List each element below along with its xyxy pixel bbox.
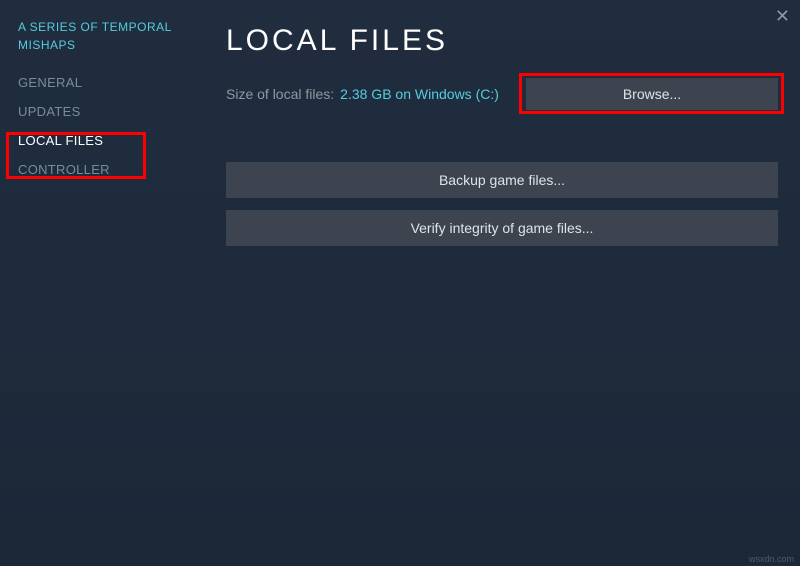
size-value: 2.38 GB on Windows (C:) bbox=[340, 86, 499, 102]
sidebar: A SERIES OF TEMPORAL MISHAPS GENERAL UPD… bbox=[0, 0, 190, 566]
sidebar-item-general[interactable]: GENERAL bbox=[0, 68, 190, 97]
sidebar-item-updates[interactable]: UPDATES bbox=[0, 97, 190, 126]
browse-button[interactable]: Browse... bbox=[526, 78, 778, 110]
game-title: A SERIES OF TEMPORAL MISHAPS bbox=[0, 18, 190, 68]
sidebar-item-controller[interactable]: CONTROLLER bbox=[0, 155, 190, 184]
size-label: Size of local files: bbox=[226, 86, 334, 102]
sidebar-item-local-files[interactable]: LOCAL FILES bbox=[0, 126, 190, 155]
properties-dialog: A SERIES OF TEMPORAL MISHAPS GENERAL UPD… bbox=[0, 0, 800, 566]
verify-integrity-button[interactable]: Verify integrity of game files... bbox=[226, 210, 778, 246]
close-icon[interactable]: ✕ bbox=[775, 6, 790, 27]
watermark: wsxdn.com bbox=[749, 554, 794, 564]
main-content: LOCAL FILES Size of local files: 2.38 GB… bbox=[190, 0, 800, 566]
backup-game-files-button[interactable]: Backup game files... bbox=[226, 162, 778, 198]
size-info-row: Size of local files: 2.38 GB on Windows … bbox=[226, 78, 778, 110]
page-title: LOCAL FILES bbox=[226, 24, 778, 58]
